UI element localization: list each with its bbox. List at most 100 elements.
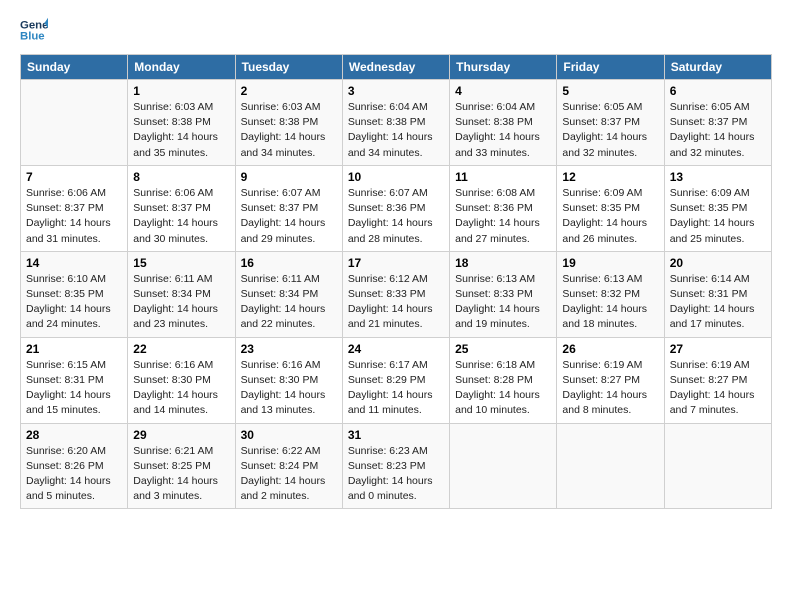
calendar-cell: 22 Sunrise: 6:16 AM Sunset: 8:30 PM Dayli… (128, 337, 235, 423)
calendar-cell: 19 Sunrise: 6:13 AM Sunset: 8:32 PM Dayli… (557, 251, 664, 337)
day-info: Sunrise: 6:03 AM Sunset: 8:38 PM Dayligh… (241, 100, 337, 161)
day-number: 6 (670, 84, 766, 98)
calendar-cell (664, 423, 771, 509)
calendar-cell: 27 Sunrise: 6:19 AM Sunset: 8:27 PM Dayli… (664, 337, 771, 423)
day-info: Sunrise: 6:06 AM Sunset: 8:37 PM Dayligh… (133, 186, 229, 247)
day-info: Sunrise: 6:11 AM Sunset: 8:34 PM Dayligh… (241, 272, 337, 333)
day-info: Sunrise: 6:03 AM Sunset: 8:38 PM Dayligh… (133, 100, 229, 161)
calendar-cell: 13Sunrise: 6:09 AM Sunset: 8:35 PM Dayli… (664, 165, 771, 251)
day-info: Sunrise: 6:07 AM Sunset: 8:36 PM Dayligh… (348, 186, 444, 247)
day-info: Sunrise: 6:21 AM Sunset: 8:25 PM Dayligh… (133, 444, 229, 505)
day-info: Sunrise: 6:18 AM Sunset: 8:28 PM Dayligh… (455, 358, 551, 419)
day-info: Sunrise: 6:20 AM Sunset: 8:26 PM Dayligh… (26, 444, 122, 505)
day-number: 14 (26, 256, 122, 270)
day-header-sunday: Sunday (21, 55, 128, 80)
calendar-cell: 24 Sunrise: 6:17 AM Sunset: 8:29 PM Dayli… (342, 337, 449, 423)
day-number: 23 (241, 342, 337, 356)
calendar-cell (21, 80, 128, 166)
calendar-cell: 9Sunrise: 6:07 AM Sunset: 8:37 PM Daylig… (235, 165, 342, 251)
day-info: Sunrise: 6:17 AM Sunset: 8:29 PM Dayligh… (348, 358, 444, 419)
calendar-cell: 28 Sunrise: 6:20 AM Sunset: 8:26 PM Dayli… (21, 423, 128, 509)
day-number: 17 (348, 256, 444, 270)
day-number: 10 (348, 170, 444, 184)
day-number: 26 (562, 342, 658, 356)
day-number: 22 (133, 342, 229, 356)
day-header-friday: Friday (557, 55, 664, 80)
calendar-cell (450, 423, 557, 509)
svg-text:General: General (20, 19, 48, 31)
day-number: 18 (455, 256, 551, 270)
day-number: 3 (348, 84, 444, 98)
calendar-cell: 8 Sunrise: 6:06 AM Sunset: 8:37 PM Daylig… (128, 165, 235, 251)
calendar-cell: 31 Sunrise: 6:23 AM Sunset: 8:23 PM Dayli… (342, 423, 449, 509)
day-header-tuesday: Tuesday (235, 55, 342, 80)
day-number: 20 (670, 256, 766, 270)
calendar-cell: 6 Sunrise: 6:05 AM Sunset: 8:37 PM Daylig… (664, 80, 771, 166)
calendar-table: SundayMondayTuesdayWednesdayThursdayFrid… (20, 54, 772, 509)
day-number: 9 (241, 170, 337, 184)
day-info: Sunrise: 6:05 AM Sunset: 8:37 PM Dayligh… (670, 100, 766, 161)
calendar-cell (557, 423, 664, 509)
logo-icon: General Blue (20, 16, 48, 44)
day-info: Sunrise: 6:19 AM Sunset: 8:27 PM Dayligh… (670, 358, 766, 419)
day-number: 30 (241, 428, 337, 442)
day-number: 27 (670, 342, 766, 356)
day-header-monday: Monday (128, 55, 235, 80)
day-number: 28 (26, 428, 122, 442)
day-info: Sunrise: 6:06 AM Sunset: 8:37 PM Dayligh… (26, 186, 122, 247)
calendar-cell: 14Sunrise: 6:10 AM Sunset: 8:35 PM Dayli… (21, 251, 128, 337)
calendar-cell: 16 Sunrise: 6:11 AM Sunset: 8:34 PM Dayli… (235, 251, 342, 337)
day-header-saturday: Saturday (664, 55, 771, 80)
day-number: 29 (133, 428, 229, 442)
svg-text:Blue: Blue (20, 31, 45, 43)
calendar-cell: 2Sunrise: 6:03 AM Sunset: 8:38 PM Daylig… (235, 80, 342, 166)
day-number: 21 (26, 342, 122, 356)
day-number: 19 (562, 256, 658, 270)
calendar-cell: 5 Sunrise: 6:05 AM Sunset: 8:37 PM Daylig… (557, 80, 664, 166)
calendar-cell: 10 Sunrise: 6:07 AM Sunset: 8:36 PM Dayli… (342, 165, 449, 251)
day-number: 5 (562, 84, 658, 98)
day-number: 25 (455, 342, 551, 356)
calendar-cell: 18 Sunrise: 6:13 AM Sunset: 8:33 PM Dayli… (450, 251, 557, 337)
calendar-cell: 4 Sunrise: 6:04 AM Sunset: 8:38 PM Daylig… (450, 80, 557, 166)
day-number: 8 (133, 170, 229, 184)
day-info: Sunrise: 6:23 AM Sunset: 8:23 PM Dayligh… (348, 444, 444, 505)
day-info: Sunrise: 6:13 AM Sunset: 8:33 PM Dayligh… (455, 272, 551, 333)
calendar-cell: 7 Sunrise: 6:06 AM Sunset: 8:37 PM Daylig… (21, 165, 128, 251)
day-number: 7 (26, 170, 122, 184)
day-number: 11 (455, 170, 551, 184)
day-number: 24 (348, 342, 444, 356)
day-number: 16 (241, 256, 337, 270)
calendar-cell: 20 Sunrise: 6:14 AM Sunset: 8:31 PM Dayli… (664, 251, 771, 337)
day-header-thursday: Thursday (450, 55, 557, 80)
day-info: Sunrise: 6:16 AM Sunset: 8:30 PM Dayligh… (133, 358, 229, 419)
logo: General Blue (20, 16, 52, 44)
calendar-cell: 12 Sunrise: 6:09 AM Sunset: 8:35 PM Dayli… (557, 165, 664, 251)
day-info: Sunrise: 6:22 AM Sunset: 8:24 PM Dayligh… (241, 444, 337, 505)
day-number: 4 (455, 84, 551, 98)
day-info: Sunrise: 6:11 AM Sunset: 8:34 PM Dayligh… (133, 272, 229, 333)
calendar-cell: 17 Sunrise: 6:12 AM Sunset: 8:33 PM Dayli… (342, 251, 449, 337)
day-info: Sunrise: 6:08 AM Sunset: 8:36 PM Dayligh… (455, 186, 551, 247)
day-info: Sunrise: 6:05 AM Sunset: 8:37 PM Dayligh… (562, 100, 658, 161)
day-info: Sunrise: 6:04 AM Sunset: 8:38 PM Dayligh… (455, 100, 551, 161)
calendar-cell: 11 Sunrise: 6:08 AM Sunset: 8:36 PM Dayli… (450, 165, 557, 251)
calendar-cell: 30 Sunrise: 6:22 AM Sunset: 8:24 PM Dayli… (235, 423, 342, 509)
day-info: Sunrise: 6:09 AM Sunset: 8:35 PM Dayligh… (562, 186, 658, 247)
day-info: Sunrise: 6:16 AM Sunset: 8:30 PM Dayligh… (241, 358, 337, 419)
calendar-cell: 29 Sunrise: 6:21 AM Sunset: 8:25 PM Dayli… (128, 423, 235, 509)
day-info: Sunrise: 6:12 AM Sunset: 8:33 PM Dayligh… (348, 272, 444, 333)
day-header-wednesday: Wednesday (342, 55, 449, 80)
calendar-cell: 26 Sunrise: 6:19 AM Sunset: 8:27 PM Dayli… (557, 337, 664, 423)
calendar-cell: 1Sunrise: 6:03 AM Sunset: 8:38 PM Daylig… (128, 80, 235, 166)
day-number: 15 (133, 256, 229, 270)
day-number: 12 (562, 170, 658, 184)
day-number: 13 (670, 170, 766, 184)
calendar-cell: 25 Sunrise: 6:18 AM Sunset: 8:28 PM Dayli… (450, 337, 557, 423)
day-info: Sunrise: 6:14 AM Sunset: 8:31 PM Dayligh… (670, 272, 766, 333)
day-info: Sunrise: 6:13 AM Sunset: 8:32 PM Dayligh… (562, 272, 658, 333)
calendar-cell: 3Sunrise: 6:04 AM Sunset: 8:38 PM Daylig… (342, 80, 449, 166)
day-info: Sunrise: 6:19 AM Sunset: 8:27 PM Dayligh… (562, 358, 658, 419)
page-header: General Blue (20, 16, 772, 44)
day-number: 31 (348, 428, 444, 442)
